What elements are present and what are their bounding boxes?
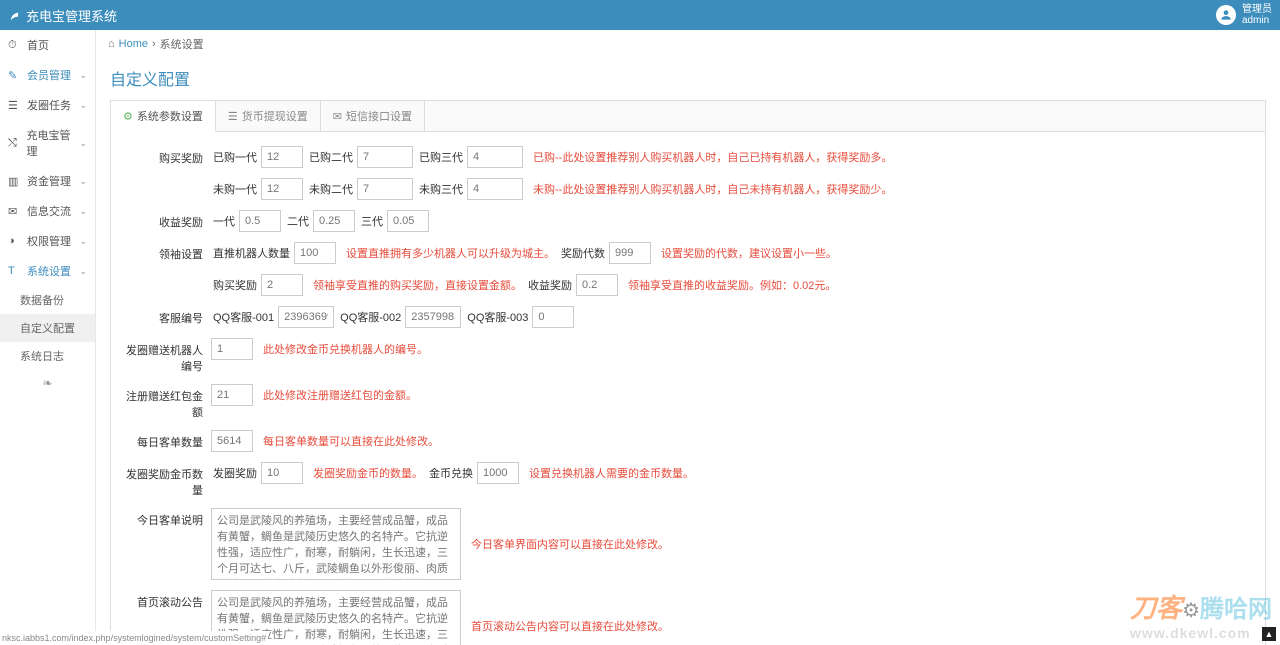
coin-a-input[interactable]: [261, 462, 303, 484]
reg-red-input[interactable]: [211, 384, 253, 406]
chevron-down-icon: ⌄: [79, 236, 87, 247]
page-title: 自定义配置: [110, 58, 1266, 100]
leader-gen-input[interactable]: [609, 242, 651, 264]
status-bar-url: nksc.iabbs1.com/index.php/systemlogined/…: [0, 631, 268, 645]
lock-icon: ◑: [8, 235, 22, 247]
robot-id-label: 发圈赠送机器人编号: [121, 338, 211, 374]
chevron-down-icon: ⌄: [79, 176, 87, 187]
buy-reward-label: 购买奖励: [121, 146, 211, 166]
chevron-down-icon: ⌄: [79, 266, 87, 277]
sidebar-item-fund[interactable]: ▥资金管理⌄: [0, 166, 95, 196]
leaf-icon: [8, 8, 22, 22]
sidebar-item-auth[interactable]: ◑权限管理⌄: [0, 226, 95, 256]
coin-label: 发圈奖励金币数量: [121, 462, 211, 498]
nobuy-g2-input[interactable]: [357, 178, 413, 200]
book-icon: ▥: [8, 175, 22, 188]
leader-direct-input[interactable]: [294, 242, 336, 264]
chevron-down-icon: ⌄: [79, 206, 87, 217]
tab-withdraw[interactable]: ☰货币提现设置: [216, 101, 321, 131]
breadcrumb-current: 系统设置: [160, 36, 204, 52]
sidebar-item-charger[interactable]: ⤭充电宝管理⌄: [0, 120, 95, 166]
tabs: ⚙系统参数设置 ☰货币提现设置 ✉短信接口设置: [111, 101, 1265, 132]
qq2-input[interactable]: [405, 306, 461, 328]
chevron-down-icon: ⌄: [79, 70, 87, 81]
daily-input[interactable]: [211, 430, 253, 452]
edit-icon: ✎: [8, 69, 22, 82]
comments-icon: ✉: [8, 205, 22, 218]
buy-g2-input[interactable]: [357, 146, 413, 168]
sidebar-item-system[interactable]: T系统设置⌄: [0, 256, 95, 286]
buy-g1-input[interactable]: [261, 146, 303, 168]
today-desc-textarea[interactable]: [211, 508, 461, 580]
sidebar-sub-backup[interactable]: 数据备份: [0, 286, 95, 314]
sliders-icon: ⚙: [123, 110, 133, 123]
qq1-input[interactable]: [278, 306, 334, 328]
brand: 充电宝管理系统: [8, 6, 117, 25]
watermark: 刀客⚙腾哈网 www.dkewl.com: [1130, 588, 1272, 641]
form: 购买奖励 已购一代 已购二代 已购三代 已购--此处设置推荐别人购买机器人时，自…: [111, 132, 1265, 645]
qq3-input[interactable]: [532, 306, 574, 328]
text-icon: T: [8, 265, 22, 277]
envelope-icon: ✉: [333, 110, 342, 123]
daily-label: 每日客单数量: [121, 430, 211, 450]
profit-g1-input[interactable]: [239, 210, 281, 232]
nobuy-g3-input[interactable]: [467, 178, 523, 200]
brand-text: 充电宝管理系统: [26, 6, 117, 25]
qq-label: 客服编号: [121, 306, 211, 326]
coin-b-input[interactable]: [477, 462, 519, 484]
random-icon: ⤭: [8, 137, 21, 150]
robot-id-input[interactable]: [211, 338, 253, 360]
dashboard-icon: ⏱: [8, 39, 22, 52]
user-name: admin: [1242, 15, 1272, 26]
panel: ⚙系统参数设置 ☰货币提现设置 ✉短信接口设置 购买奖励 已购一代 已购二代 已…: [110, 100, 1266, 645]
breadcrumb: ⌂ Home › 系统设置: [96, 30, 1280, 58]
buy-hint: 已购--此处设置推荐别人购买机器人时，自己已持有机器人，获得奖励多。: [533, 149, 892, 165]
sidebar-item-msg[interactable]: ✉信息交流⌄: [0, 196, 95, 226]
breadcrumb-home[interactable]: Home: [119, 38, 148, 50]
home-notice-label: 首页滚动公告: [121, 590, 211, 610]
sidebar-sub-config[interactable]: 自定义配置: [0, 314, 95, 342]
reg-red-label: 注册赠送红包金额: [121, 384, 211, 420]
nobuy-hint: 未购--此处设置推荐别人购买机器人时，自己未持有机器人，获得奖励少。: [533, 181, 892, 197]
profit-g2-input[interactable]: [313, 210, 355, 232]
chevron-down-icon: ⌄: [79, 100, 87, 111]
today-desc-label: 今日客单说明: [121, 508, 211, 528]
buy-g3-input[interactable]: [467, 146, 523, 168]
sidebar-item-member[interactable]: ✎会员管理⌄: [0, 60, 95, 90]
sidebar: ⏱首页 ✎会员管理⌄ ☰发圈任务⌄ ⤭充电宝管理⌄ ▥资金管理⌄ ✉信息交流⌄ …: [0, 30, 96, 645]
tasks-icon: ☰: [8, 99, 22, 112]
scroll-top-button[interactable]: ▲: [1262, 627, 1276, 641]
sidebar-sub-log[interactable]: 系统日志: [0, 342, 95, 370]
avatar-icon: [1216, 5, 1236, 25]
leader-profit-input[interactable]: [576, 274, 618, 296]
home-icon: ⌂: [108, 38, 115, 50]
sidebar-item-home[interactable]: ⏱首页: [0, 30, 95, 60]
top-bar: 充电宝管理系统 管理员 admin: [0, 0, 1280, 30]
nobuy-g1-input[interactable]: [261, 178, 303, 200]
list-icon: ☰: [228, 110, 238, 123]
leader-buy-input[interactable]: [261, 274, 303, 296]
profit-label: 收益奖励: [121, 210, 211, 230]
sidebar-item-task[interactable]: ☰发圈任务⌄: [0, 90, 95, 120]
profit-g3-input[interactable]: [387, 210, 429, 232]
leaf-decor-icon: ❧: [0, 376, 95, 390]
chevron-down-icon: ⌄: [79, 138, 87, 149]
leader-label: 领袖设置: [121, 242, 211, 262]
tab-sms[interactable]: ✉短信接口设置: [321, 101, 425, 131]
user-menu[interactable]: 管理员 admin: [1216, 4, 1272, 26]
user-role: 管理员: [1242, 4, 1272, 15]
tab-system-params[interactable]: ⚙系统参数设置: [111, 101, 216, 132]
